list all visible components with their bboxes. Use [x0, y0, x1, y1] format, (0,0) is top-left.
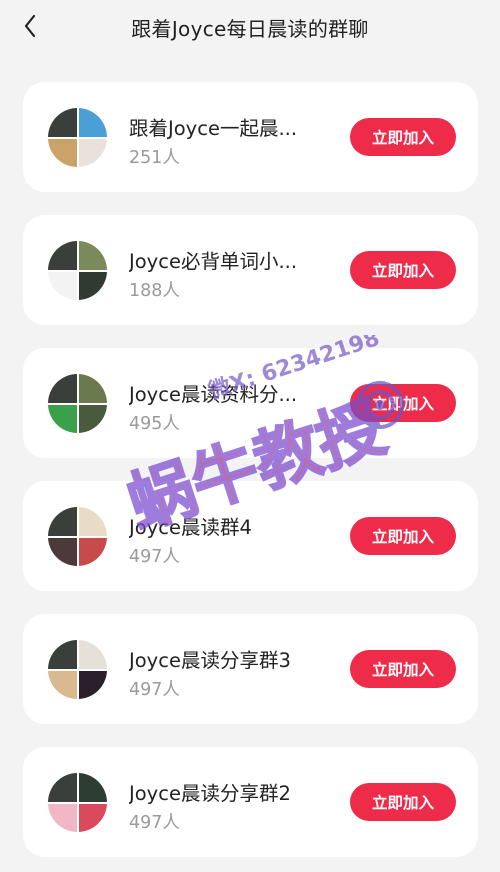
- member-avatar: [78, 241, 107, 270]
- group-name: Joyce晨读资料分...: [129, 383, 298, 406]
- member-avatar: [48, 640, 77, 669]
- group-avatar: [48, 640, 107, 699]
- page-title: 跟着Joyce每日晨读的群聊: [131, 17, 369, 41]
- member-avatar: [48, 537, 77, 566]
- group-avatar: [48, 507, 107, 566]
- member-avatar: [48, 507, 77, 536]
- group-card[interactable]: Joyce晨读资料分... 495人 立即加入: [23, 348, 478, 458]
- member-count: 495人: [129, 414, 180, 434]
- member-avatar: [78, 374, 107, 403]
- member-count: 497人: [129, 680, 180, 700]
- member-avatar: [78, 670, 107, 699]
- group-avatar: [48, 773, 107, 832]
- top-bar: 跟着Joyce每日晨读的群聊: [0, 0, 500, 56]
- group-name: 跟着Joyce一起晨...: [129, 117, 298, 140]
- member-avatar: [48, 773, 77, 802]
- join-button[interactable]: 立即加入: [350, 650, 456, 688]
- member-avatar: [78, 773, 107, 802]
- member-avatar: [78, 138, 107, 167]
- join-button[interactable]: 立即加入: [350, 517, 456, 555]
- group-name: Joyce必背单词小...: [129, 250, 298, 273]
- member-count: 497人: [129, 813, 180, 833]
- member-count: 251人: [129, 148, 180, 168]
- member-avatar: [78, 271, 107, 300]
- member-avatar: [48, 241, 77, 270]
- member-avatar: [78, 537, 107, 566]
- group-card[interactable]: 跟着Joyce一起晨... 251人 立即加入: [23, 82, 478, 192]
- join-button[interactable]: 立即加入: [350, 384, 456, 422]
- member-avatar: [48, 404, 77, 433]
- member-avatar: [48, 803, 77, 832]
- group-name: Joyce晨读分享群3: [129, 649, 291, 672]
- member-avatar: [78, 404, 107, 433]
- member-avatar: [78, 640, 107, 669]
- group-card[interactable]: Joyce必背单词小... 188人 立即加入: [23, 215, 478, 325]
- group-avatar: [48, 108, 107, 167]
- member-avatar: [78, 108, 107, 137]
- member-count: 188人: [129, 281, 180, 301]
- group-card[interactable]: Joyce晨读分享群2 497人 立即加入: [23, 747, 478, 857]
- group-name: Joyce晨读分享群2: [129, 782, 291, 805]
- member-count: 497人: [129, 547, 180, 567]
- join-button[interactable]: 立即加入: [350, 251, 456, 289]
- member-avatar: [48, 374, 77, 403]
- group-card[interactable]: Joyce晨读群4 497人 立即加入: [23, 481, 478, 591]
- group-avatar: [48, 241, 107, 300]
- member-avatar: [48, 271, 77, 300]
- member-avatar: [48, 138, 77, 167]
- join-button[interactable]: 立即加入: [350, 783, 456, 821]
- member-avatar: [78, 803, 107, 832]
- member-avatar: [48, 670, 77, 699]
- join-button[interactable]: 立即加入: [350, 118, 456, 156]
- member-avatar: [48, 108, 77, 137]
- member-avatar: [78, 507, 107, 536]
- group-card[interactable]: Joyce晨读分享群3 497人 立即加入: [23, 614, 478, 724]
- group-name: Joyce晨读群4: [129, 516, 252, 539]
- group-avatar: [48, 374, 107, 433]
